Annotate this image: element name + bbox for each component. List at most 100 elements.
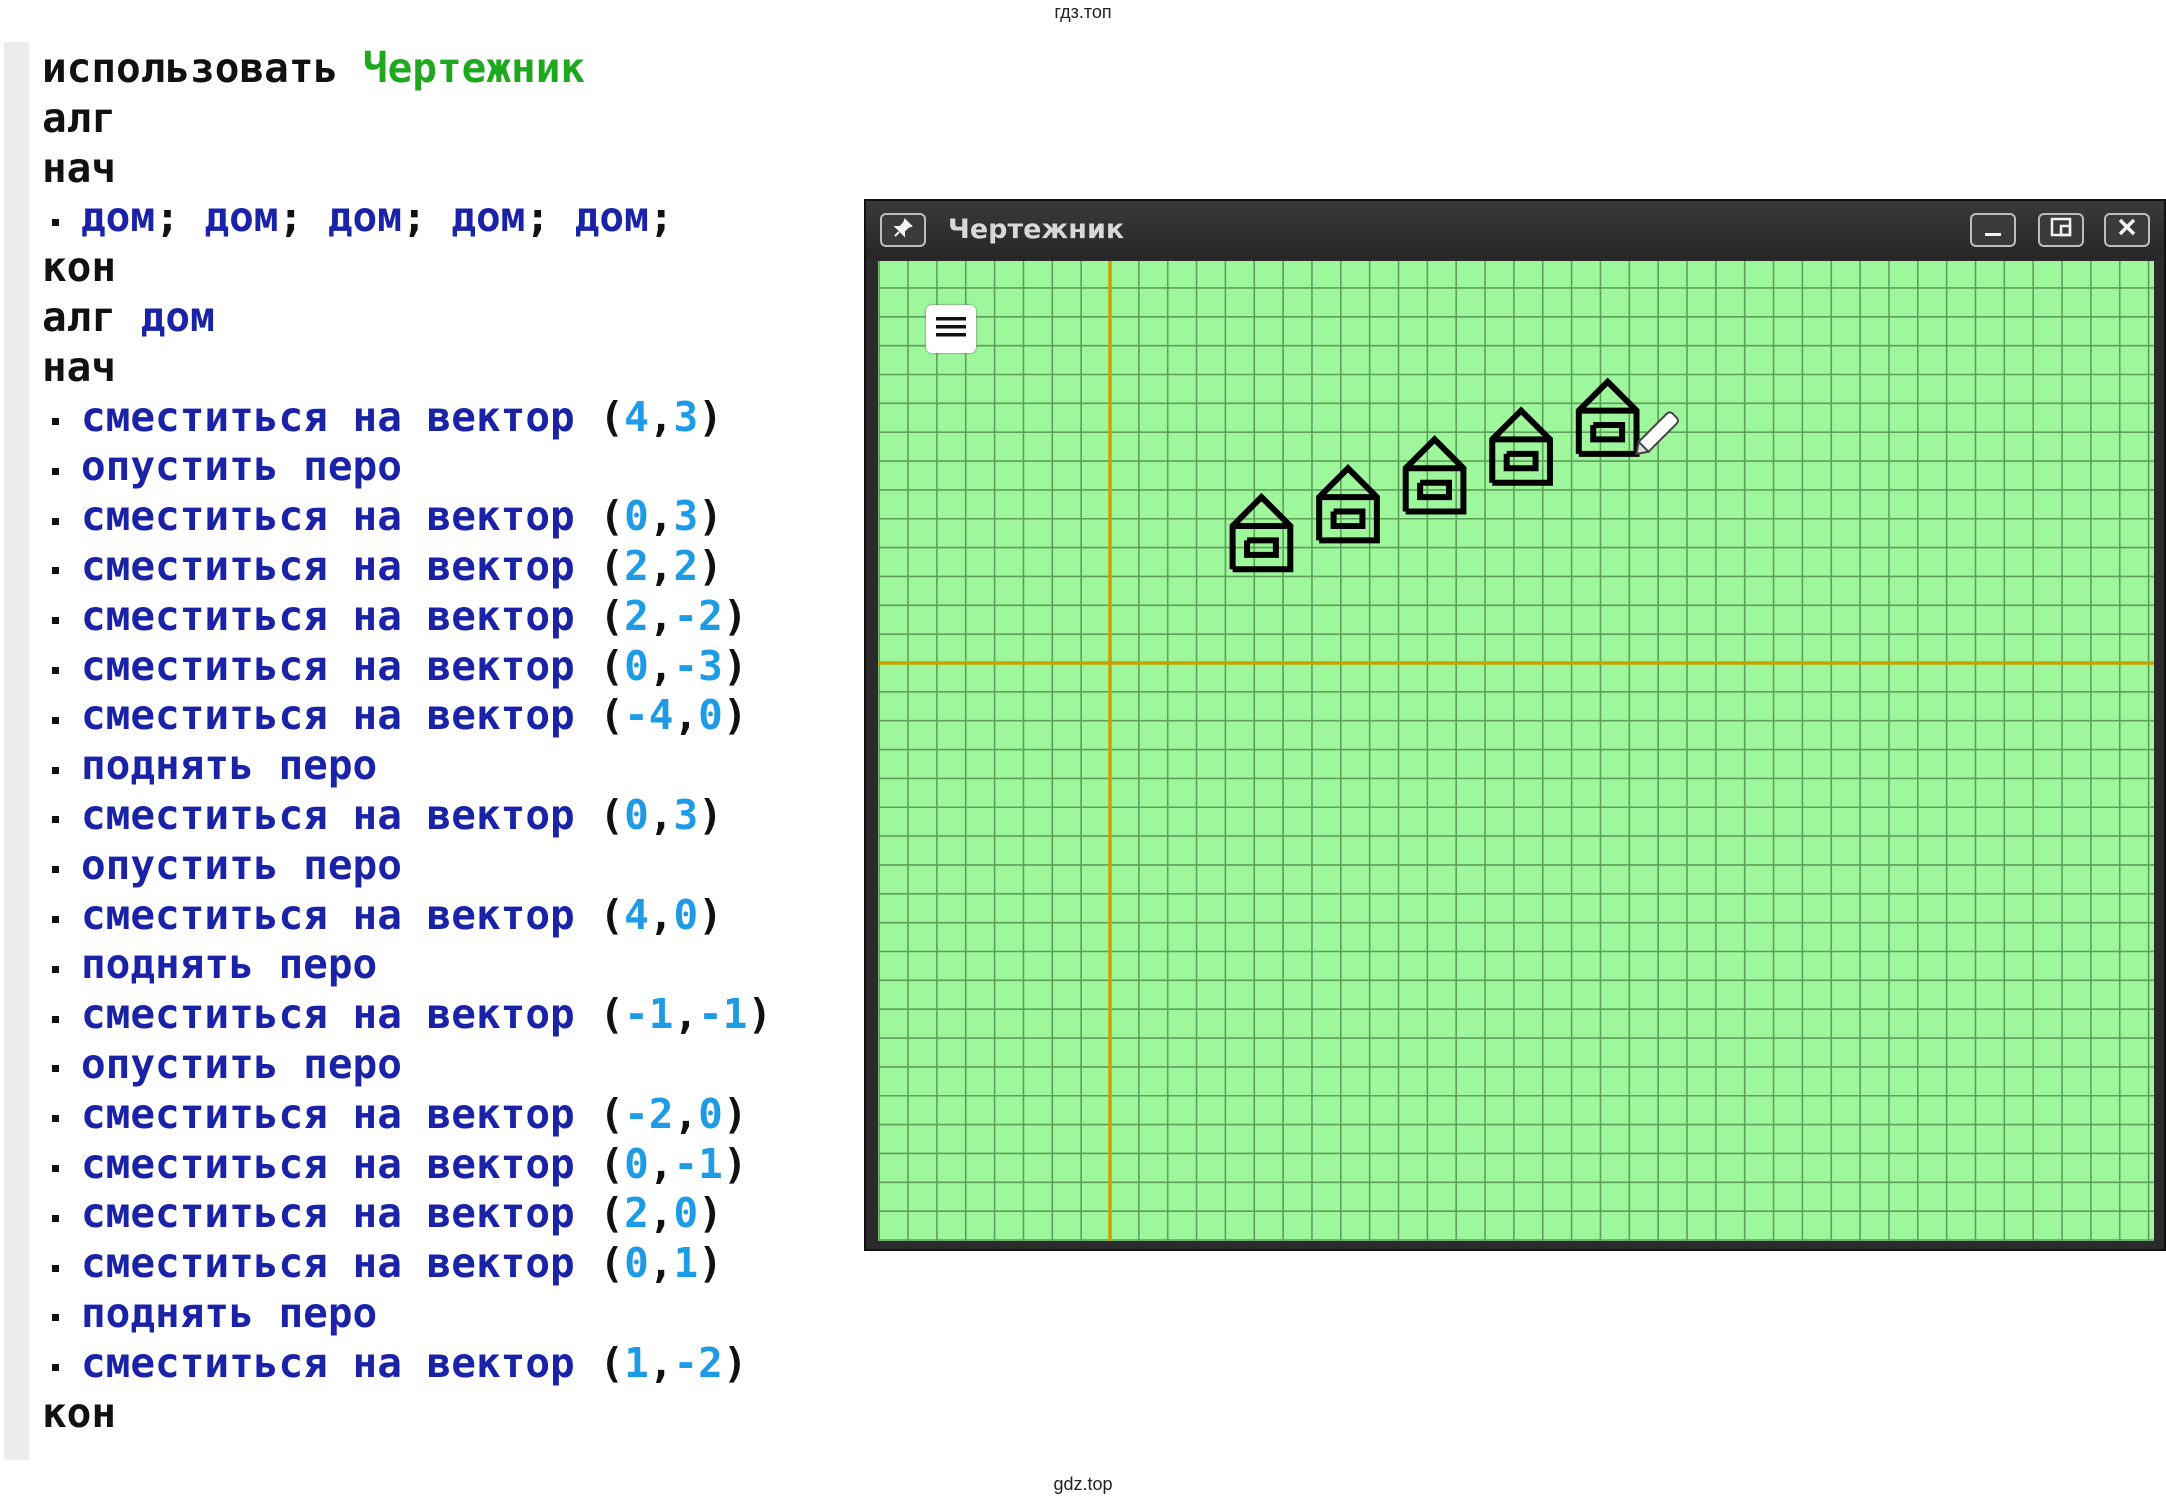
code-token: ) <box>722 1338 748 1387</box>
indent-marker <box>52 617 59 625</box>
code-token: нач <box>42 143 117 192</box>
code-line[interactable]: алг <box>42 94 862 144</box>
code-token: ( <box>599 392 625 441</box>
code-token: -2 <box>673 591 723 640</box>
watermark-bottom: gdz.top <box>1053 1474 1113 1494</box>
code-token: ( <box>599 691 625 740</box>
code-token: -2 <box>673 1338 723 1387</box>
code-line[interactable]: сместиться на вектор (2,2) <box>42 542 862 592</box>
pin-icon <box>893 216 913 244</box>
code-token: ( <box>599 1089 625 1138</box>
indent-marker <box>52 1214 59 1222</box>
code-token: 4 <box>624 890 649 939</box>
code-token: ; <box>155 193 205 242</box>
code-token: ) <box>698 392 723 441</box>
code-token: 0 <box>624 1239 649 1288</box>
code-line[interactable]: использовать Чертежник <box>42 44 862 94</box>
code-token: алг <box>42 93 117 142</box>
code-line[interactable]: сместиться на вектор (0,3) <box>42 791 862 841</box>
code-line[interactable]: сместиться на вектор (4,3) <box>42 393 862 443</box>
code-token: ) <box>747 990 773 1039</box>
code-token: сместиться на вектор <box>81 990 600 1039</box>
code-line[interactable]: сместиться на вектор (0,3) <box>42 492 862 542</box>
canvas-menu-button[interactable] <box>926 305 976 353</box>
code-token: 4 <box>624 392 649 441</box>
drawing-canvas[interactable] <box>878 261 2154 1241</box>
code-line[interactable]: нач <box>42 343 862 393</box>
code-token: ) <box>698 890 723 939</box>
code-line[interactable]: опустить перо <box>42 841 862 891</box>
code-line[interactable]: поднять перо <box>42 940 862 990</box>
code-token: нач <box>42 342 117 391</box>
house-stroke <box>1575 377 1640 457</box>
indent-marker <box>52 1065 59 1073</box>
indent-marker <box>52 1364 59 1372</box>
hamburger-menu-icon <box>936 315 966 343</box>
indent-marker <box>52 218 59 226</box>
code-line[interactable]: кон <box>42 1389 862 1439</box>
code-token: ( <box>599 1139 625 1188</box>
code-token: сместиться на вектор <box>81 1189 600 1238</box>
window-titlebar[interactable]: Чертежник <box>866 201 2164 259</box>
code-token: 3 <box>673 790 699 839</box>
code-line[interactable]: сместиться на вектор (1,-2) <box>42 1339 862 1389</box>
code-token: сместиться на вектор <box>81 591 600 640</box>
code-line[interactable]: поднять перо <box>42 1289 862 1339</box>
code-token: ( <box>599 641 625 690</box>
code-token: , <box>648 1239 674 1288</box>
indent-marker <box>52 1314 59 1322</box>
code-token: ; <box>278 193 328 242</box>
code-token: 0 <box>624 641 649 690</box>
code-line[interactable]: сместиться на вектор (0,1) <box>42 1239 862 1289</box>
code-token: , <box>648 541 674 590</box>
code-line[interactable]: сместиться на вектор (-1,-1) <box>42 990 862 1040</box>
code-line[interactable]: опустить перо <box>42 1040 862 1090</box>
code-line[interactable]: алг дом <box>42 293 862 343</box>
code-line[interactable]: дом; дом; дом; дом; дом; <box>42 193 862 243</box>
indent-marker <box>52 766 59 774</box>
code-line[interactable]: нач <box>42 144 862 194</box>
window-title: Чертежник <box>948 214 1125 245</box>
restore-button[interactable] <box>2038 213 2084 247</box>
code-line[interactable]: опустить перо <box>42 442 862 492</box>
pin-button[interactable] <box>880 213 926 247</box>
indent-marker <box>52 916 59 924</box>
code-line[interactable]: сместиться на вектор (-2,0) <box>42 1090 862 1140</box>
code-token: ) <box>698 1239 723 1288</box>
code-token: 1 <box>624 1338 649 1387</box>
house-stroke <box>1229 492 1294 573</box>
code-token: опустить перо <box>81 442 402 491</box>
code-line[interactable]: сместиться на вектор (0,-1) <box>42 1140 862 1190</box>
code-line[interactable]: сместиться на вектор (4,0) <box>42 891 862 941</box>
code-token: , <box>648 392 674 441</box>
code-token: сместиться на вектор <box>81 1239 600 1288</box>
minimize-button[interactable] <box>1970 213 2016 247</box>
code-token: дом <box>574 193 649 242</box>
indent-marker <box>52 418 59 426</box>
code-token: ( <box>599 890 625 939</box>
code-line[interactable]: сместиться на вектор (2,0) <box>42 1189 862 1239</box>
code-token: , <box>648 641 674 690</box>
indent-marker <box>52 866 59 874</box>
code-line[interactable]: поднять перо <box>42 741 862 791</box>
code-line[interactable]: сместиться на вектор (-4,0) <box>42 691 862 741</box>
code-line[interactable]: сместиться на вектор (2,-2) <box>42 592 862 642</box>
code-editor[interactable]: использовать Чертежник алг нач дом; дом; до… <box>42 44 862 1464</box>
close-button[interactable] <box>2104 213 2150 247</box>
code-token: 3 <box>673 492 699 541</box>
indent-marker <box>52 816 59 824</box>
indent-marker <box>52 667 59 675</box>
code-token: , <box>673 990 699 1039</box>
code-token: дом <box>140 292 215 341</box>
code-line[interactable]: кон <box>42 243 862 293</box>
code-token: сместиться на вектор <box>81 1139 600 1188</box>
code-token: сместиться на вектор <box>81 890 600 939</box>
code-line[interactable]: сместиться на вектор (0,-3) <box>42 642 862 692</box>
code-token: дом <box>81 193 156 242</box>
code-token: -1 <box>673 1139 723 1188</box>
code-token: ( <box>599 591 625 640</box>
indent-marker <box>52 517 59 525</box>
house-stroke <box>1489 406 1553 486</box>
code-token: кон <box>42 1388 117 1437</box>
code-token: поднять перо <box>81 741 378 790</box>
